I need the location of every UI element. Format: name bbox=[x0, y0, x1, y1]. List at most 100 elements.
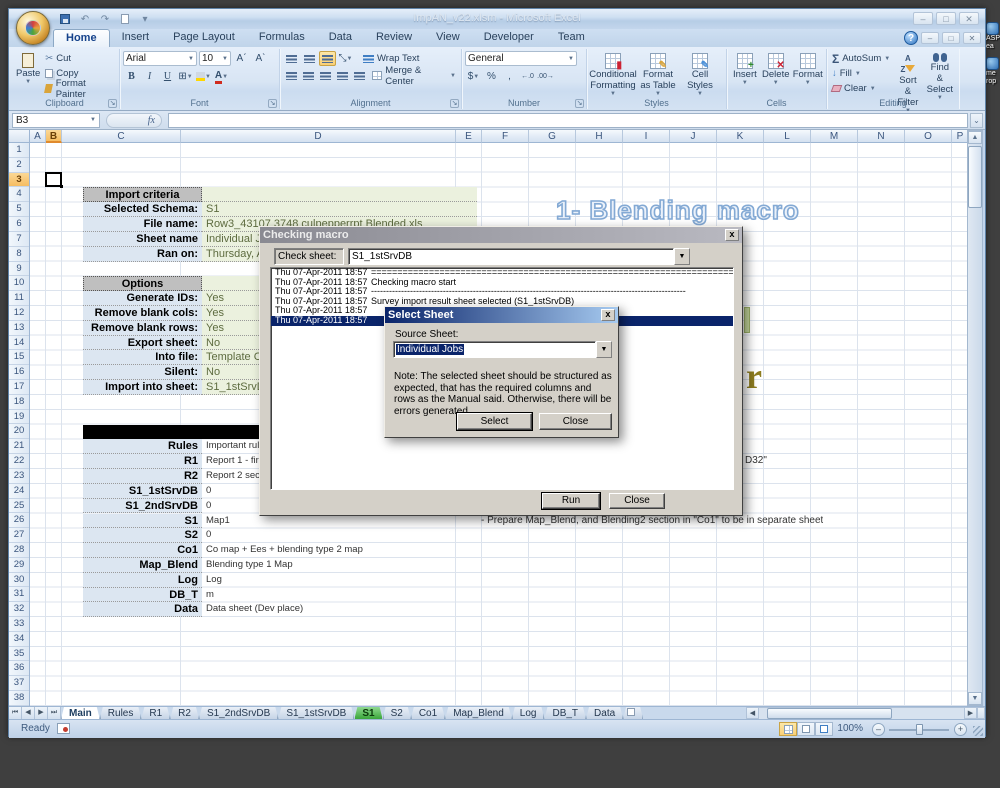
grow-font-button[interactable]: Aˊ bbox=[233, 51, 250, 66]
close-button[interactable]: ✕ bbox=[959, 12, 979, 25]
column-header-H[interactable]: H bbox=[576, 130, 623, 143]
zoom-in-button[interactable]: + bbox=[954, 723, 967, 736]
row-header-9[interactable]: 9 bbox=[9, 262, 29, 277]
align-middle-button[interactable] bbox=[301, 51, 318, 66]
format-painter-button[interactable]: Format Painter bbox=[43, 81, 116, 96]
row-header-33[interactable]: 33 bbox=[9, 617, 29, 632]
insert-worksheet-tab[interactable] bbox=[623, 707, 643, 719]
row-header-5[interactable]: 5 bbox=[9, 202, 29, 217]
criteria-value-cell[interactable]: S1 bbox=[202, 202, 477, 217]
row-header-18[interactable]: 18 bbox=[9, 395, 29, 410]
ribbon-tab-view[interactable]: View bbox=[424, 29, 472, 47]
sheet-list-label-cell[interactable]: Rules bbox=[83, 439, 202, 454]
criteria-label-cell[interactable]: Ran on: bbox=[83, 247, 202, 262]
column-header-J[interactable]: J bbox=[670, 130, 717, 143]
ribbon-tab-developer[interactable]: Developer bbox=[472, 29, 546, 47]
row-header-27[interactable]: 27 bbox=[9, 528, 29, 543]
sheet-list-label-cell[interactable]: R1 bbox=[83, 454, 202, 469]
row-header-38[interactable]: 38 bbox=[9, 691, 29, 706]
section-fill-cell[interactable] bbox=[202, 187, 477, 202]
merge-center-button[interactable]: Merge & Center▼ bbox=[370, 68, 458, 83]
row-header-30[interactable]: 30 bbox=[9, 573, 29, 588]
shrink-font-button[interactable]: Aˋ bbox=[252, 51, 269, 66]
sheet-tab-r1[interactable]: R1 bbox=[141, 707, 170, 719]
sheet-tab-main[interactable]: Main bbox=[61, 707, 100, 719]
scroll-up-arrow[interactable]: ▲ bbox=[968, 131, 982, 144]
align-top-button[interactable] bbox=[283, 51, 300, 66]
last-sheet-button[interactable]: ⏭ bbox=[48, 707, 61, 719]
autosum-button[interactable]: ΣAutoSum▼ bbox=[830, 51, 892, 66]
sheet-tab-s1_2ndsrvdb[interactable]: S1_2ndSrvDB bbox=[199, 707, 278, 719]
row-header-12[interactable]: 12 bbox=[9, 306, 29, 321]
sheet-list-label-cell[interactable]: S2 bbox=[83, 528, 202, 543]
sheet-tab-rules[interactable]: Rules bbox=[100, 707, 142, 719]
sheet-tab-s2[interactable]: S2 bbox=[383, 707, 411, 719]
cell-styles-button[interactable]: ✎ Cell Styles▼ bbox=[680, 51, 720, 99]
align-center-button[interactable] bbox=[300, 68, 316, 83]
delete-cells-button[interactable]: ✕ Delete▼ bbox=[760, 51, 792, 88]
row-header-11[interactable]: 11 bbox=[9, 291, 29, 306]
row-header-24[interactable]: 24 bbox=[9, 484, 29, 499]
row-header-10[interactable]: 10 bbox=[9, 276, 29, 291]
select-sheet-titlebar[interactable]: Select Sheet x bbox=[385, 307, 618, 323]
row-header-35[interactable]: 35 bbox=[9, 647, 29, 662]
workbook-close-button[interactable]: ✕ bbox=[963, 32, 981, 44]
orientation-button[interactable]: ⤡▼ bbox=[337, 51, 354, 66]
next-sheet-button[interactable]: ▶ bbox=[35, 707, 48, 719]
sheet-tab-s1_1stsrvdb[interactable]: S1_1stSrvDB bbox=[278, 707, 354, 719]
first-sheet-button[interactable]: ⏮ bbox=[9, 707, 22, 719]
sheet-list-label-cell[interactable]: S1 bbox=[83, 514, 202, 529]
sheet-list-label-cell[interactable]: Log bbox=[83, 573, 202, 588]
select-sheet-close-icon[interactable]: x bbox=[601, 309, 615, 321]
column-header-D[interactable]: D bbox=[181, 130, 456, 143]
row-header-37[interactable]: 37 bbox=[9, 676, 29, 691]
page-break-view-button[interactable] bbox=[815, 722, 833, 736]
workbook-minimize-button[interactable]: – bbox=[921, 32, 939, 44]
source-sheet-combobox[interactable]: Individual Jobs ▼ bbox=[393, 341, 612, 358]
column-header-B[interactable]: B bbox=[46, 130, 62, 143]
format-cells-button[interactable]: Format▼ bbox=[792, 51, 824, 88]
row-header-14[interactable]: 14 bbox=[9, 336, 29, 351]
select-all-corner[interactable] bbox=[9, 130, 30, 143]
sheet-list-value-cell[interactable]: Co map + Ees + blending type 2 map bbox=[202, 543, 722, 558]
check-sheet-dropdown-icon[interactable]: ▼ bbox=[674, 248, 690, 265]
page-layout-view-button[interactable] bbox=[797, 722, 815, 736]
scroll-left-arrow[interactable]: ◀ bbox=[746, 707, 759, 719]
sheet-tab-co1[interactable]: Co1 bbox=[411, 707, 445, 719]
column-header-N[interactable]: N bbox=[858, 130, 905, 143]
criteria-label-cell[interactable]: Into file: bbox=[83, 350, 202, 365]
row-header-25[interactable]: 25 bbox=[9, 499, 29, 514]
sheet-tab-r2[interactable]: R2 bbox=[170, 707, 199, 719]
row-header-19[interactable]: 19 bbox=[9, 410, 29, 425]
decrease-decimal-button[interactable]: .00→ bbox=[537, 69, 554, 84]
horizontal-scrollbar[interactable]: ◀ ▶ bbox=[746, 707, 985, 719]
horizontal-scroll-thumb[interactable] bbox=[767, 708, 892, 719]
ribbon-tab-data[interactable]: Data bbox=[317, 29, 364, 47]
fill-button[interactable]: ↓Fill▼ bbox=[830, 66, 892, 81]
selected-cell-B3[interactable] bbox=[45, 172, 62, 188]
insert-function-button[interactable]: fx bbox=[106, 113, 162, 128]
row-header-4[interactable]: 4 bbox=[9, 187, 29, 202]
column-header-I[interactable]: I bbox=[623, 130, 670, 143]
italic-button[interactable]: I bbox=[141, 69, 158, 84]
sheet-list-label-cell[interactable]: Map_Blend bbox=[83, 558, 202, 573]
desktop-icon[interactable]: ASPea bbox=[986, 22, 1000, 51]
ribbon-tab-review[interactable]: Review bbox=[364, 29, 424, 47]
number-format-select[interactable]: General▼ bbox=[465, 51, 577, 66]
column-header-A[interactable]: A bbox=[30, 130, 46, 143]
paste-button[interactable]: Paste▼ bbox=[13, 51, 43, 96]
align-left-button[interactable] bbox=[283, 68, 299, 83]
vertical-scrollbar[interactable]: ▲ ▼ bbox=[967, 130, 983, 706]
column-header-C[interactable]: C bbox=[62, 130, 181, 143]
sheet-list-value-cell[interactable]: Blending type 1 Map bbox=[202, 558, 722, 573]
increase-decimal-button[interactable]: ←.0 bbox=[519, 69, 536, 84]
sheet-list-label-cell[interactable]: Data bbox=[83, 602, 202, 617]
conditional-formatting-button[interactable]: ▮ Conditional Formatting▼ bbox=[590, 51, 636, 99]
row-header-22[interactable]: 22 bbox=[9, 454, 29, 469]
criteria-label-cell[interactable]: File name: bbox=[83, 217, 202, 232]
criteria-label-cell[interactable]: Generate IDs: bbox=[83, 291, 202, 306]
workbook-restore-button[interactable]: □ bbox=[942, 32, 960, 44]
row-header-26[interactable]: 26 bbox=[9, 513, 29, 528]
expand-formula-bar-button[interactable]: ⌄ bbox=[970, 113, 983, 128]
criteria-label-cell[interactable]: Remove blank cols: bbox=[83, 306, 202, 321]
